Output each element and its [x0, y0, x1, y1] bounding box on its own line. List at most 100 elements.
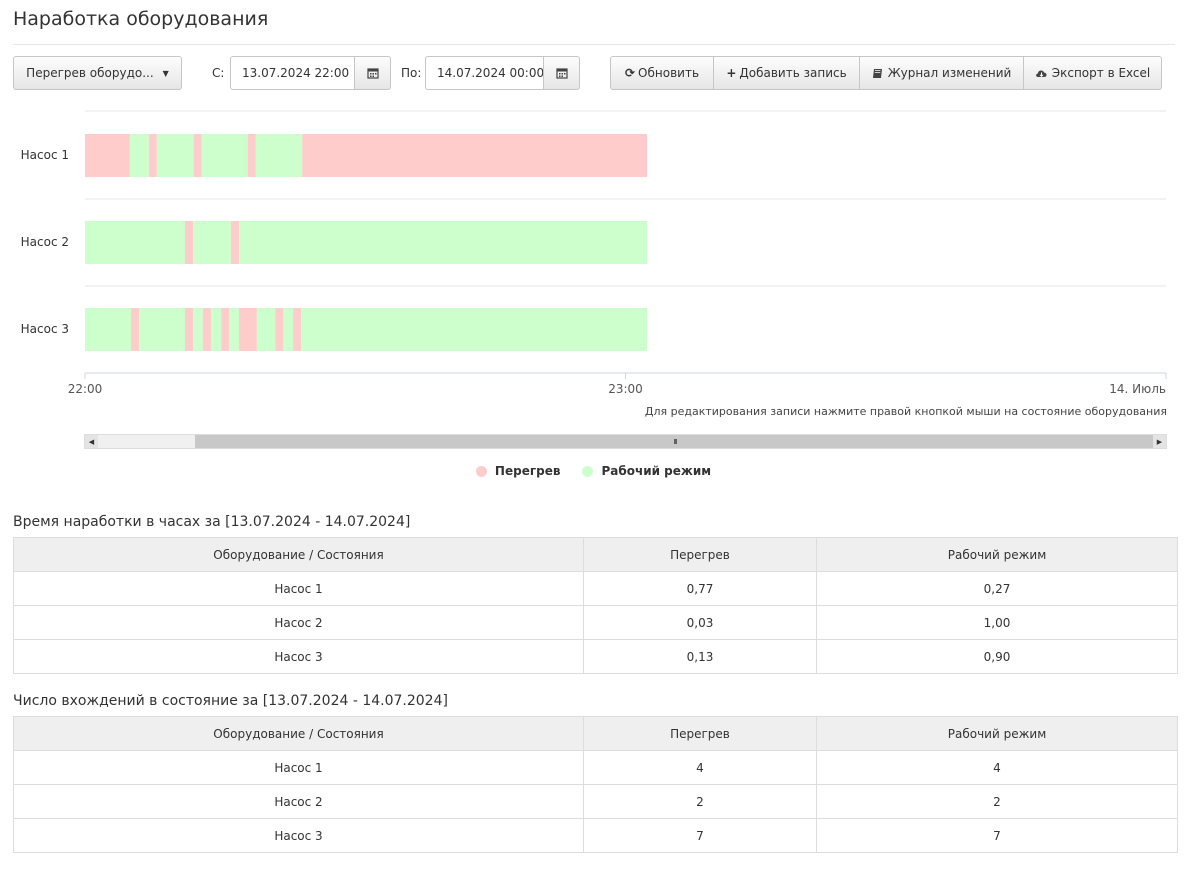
change-log-button[interactable]: Журнал изменений — [859, 56, 1024, 90]
export-excel-button[interactable]: Экспорт в Excel — [1023, 56, 1162, 90]
table-row: Насос 1 0,77 0,27 — [13, 571, 1178, 606]
cell-overheat: 0,13 — [583, 639, 817, 674]
cell-working: 4 — [816, 750, 1178, 785]
table-row: Насос 3 0,13 0,90 — [13, 639, 1178, 674]
title-divider — [13, 44, 1175, 45]
scroll-right-arrow-icon[interactable]: ▶ — [1153, 435, 1166, 448]
cell-equipment: Насос 1 — [13, 571, 584, 606]
timeline-segment[interactable] — [85, 134, 130, 177]
cell-working: 2 — [816, 784, 1178, 819]
chart-hint: Для редактирования записи нажмите правой… — [644, 405, 1167, 418]
row-label: Насос 1 — [21, 148, 69, 162]
row-label: Насос 2 — [21, 235, 69, 249]
timeline-segment[interactable] — [130, 308, 140, 351]
timeline-segment[interactable] — [275, 308, 284, 351]
timeline-segment[interactable] — [302, 134, 648, 177]
timeline-segment[interactable] — [247, 134, 256, 177]
refresh-label: Обновить — [638, 66, 700, 80]
count-table: Оборудование / Состояния Перегрев Рабочи… — [13, 716, 1178, 853]
cell-working: 0,90 — [816, 639, 1178, 674]
timeline-segment[interactable] — [202, 308, 211, 351]
timeline-segment[interactable] — [256, 308, 276, 351]
legend-label-working: Рабочий режим — [601, 464, 712, 478]
export-excel-label: Экспорт в Excel — [1051, 66, 1151, 80]
cell-overheat: 4 — [583, 750, 817, 785]
legend-label-overheat: Перегрев — [494, 464, 561, 478]
hours-table: Оборудование / Состояния Перегрев Рабочи… — [13, 537, 1178, 674]
timeline-segment[interactable] — [293, 308, 302, 351]
legend-item-overheat[interactable]: Перегрев — [475, 464, 561, 478]
cell-overheat: 2 — [583, 784, 817, 819]
timeline-segment[interactable] — [201, 134, 248, 177]
timeline-segment[interactable] — [156, 134, 194, 177]
timeline-segment[interactable] — [239, 221, 648, 264]
timeline-segment[interactable] — [221, 308, 230, 351]
refresh-icon: ⟳ — [624, 66, 636, 80]
chart-legend: Перегрев Рабочий режим — [0, 464, 1187, 478]
timeline-segment[interactable] — [184, 221, 194, 264]
book-icon — [872, 68, 882, 78]
scrollbar-thumb[interactable]: III — [195, 435, 1155, 448]
table-row: Насос 1 4 4 — [13, 750, 1178, 785]
scroll-left-arrow-icon[interactable]: ◀ — [85, 435, 98, 448]
count-table-title: Число вхождений в состояние за [13.07.20… — [13, 693, 448, 709]
header-equipment: Оборудование / Состояния — [13, 716, 584, 751]
cell-overheat: 0,77 — [583, 571, 817, 606]
equipment-dropdown-label: Перегрев оборудо... — [26, 66, 154, 80]
from-date-input[interactable] — [230, 56, 355, 90]
table-row: Насос 3 7 7 — [13, 818, 1178, 853]
timeline-segment[interactable] — [230, 221, 240, 264]
cell-working: 1,00 — [816, 605, 1178, 640]
to-calendar-button[interactable] — [543, 56, 580, 90]
cell-working: 7 — [816, 818, 1178, 853]
table-header-row: Оборудование / Состояния Перегрев Рабочи… — [13, 716, 1178, 751]
add-record-button[interactable]: + Добавить запись — [713, 56, 860, 90]
x-tick-label: 23:00 — [608, 382, 643, 396]
legend-item-working[interactable]: Рабочий режим — [582, 464, 711, 478]
add-record-label: Добавить запись — [739, 66, 847, 80]
header-overheat: Перегрев — [583, 716, 817, 751]
header-working: Рабочий режим — [816, 537, 1178, 572]
legend-dot-overheat — [475, 465, 487, 477]
timeline-segment[interactable] — [210, 308, 222, 351]
cell-equipment: Насос 1 — [13, 750, 584, 785]
timeline-segment[interactable] — [129, 134, 149, 177]
timeline-segment[interactable] — [85, 308, 131, 351]
table-header-row: Оборудование / Состояния Перегрев Рабочи… — [13, 537, 1178, 572]
plus-icon: + — [726, 66, 737, 80]
timeline-segment[interactable] — [184, 308, 194, 351]
to-label: По: — [401, 66, 422, 80]
refresh-button[interactable]: ⟳ Обновить — [610, 56, 714, 90]
timeline-segment[interactable] — [301, 308, 648, 351]
row-label: Насос 3 — [21, 322, 69, 336]
timeline-segment[interactable] — [193, 134, 202, 177]
chart-scrollbar[interactable]: ◀ III ▶ — [84, 434, 1167, 449]
cell-equipment: Насос 3 — [13, 818, 584, 853]
to-date-input[interactable] — [425, 56, 544, 90]
timeline-segment[interactable] — [139, 308, 185, 351]
timeline-segment[interactable] — [283, 308, 294, 351]
from-calendar-button[interactable] — [354, 56, 391, 90]
timeline-segment[interactable] — [229, 308, 240, 351]
hours-table-title: Время наработки в часах за [13.07.2024 -… — [13, 514, 411, 530]
timeline-segment[interactable] — [193, 308, 203, 351]
calendar-icon — [555, 68, 568, 79]
cell-equipment: Насос 2 — [13, 605, 584, 640]
timeline-segment[interactable] — [193, 221, 231, 264]
cell-equipment: Насос 3 — [13, 639, 584, 674]
timeline-segment[interactable] — [239, 308, 257, 351]
header-overheat: Перегрев — [583, 537, 817, 572]
timeline-segment[interactable] — [148, 134, 157, 177]
timeline-segment[interactable] — [85, 221, 185, 264]
equipment-dropdown[interactable]: Перегрев оборудо... ▼ — [13, 56, 182, 90]
calendar-icon — [366, 68, 379, 79]
action-button-group: ⟳ Обновить + Добавить запись Журнал изме… — [610, 56, 1162, 90]
table-row: Насос 2 0,03 1,00 — [13, 605, 1178, 640]
x-tick-label: 22:00 — [68, 382, 103, 396]
from-label: С: — [212, 66, 225, 80]
table-row: Насос 2 2 2 — [13, 784, 1178, 819]
header-working: Рабочий режим — [816, 716, 1178, 751]
header-equipment: Оборудование / Состояния — [13, 537, 584, 572]
change-log-label: Журнал изменений — [887, 66, 1012, 80]
timeline-segment[interactable] — [255, 134, 303, 177]
